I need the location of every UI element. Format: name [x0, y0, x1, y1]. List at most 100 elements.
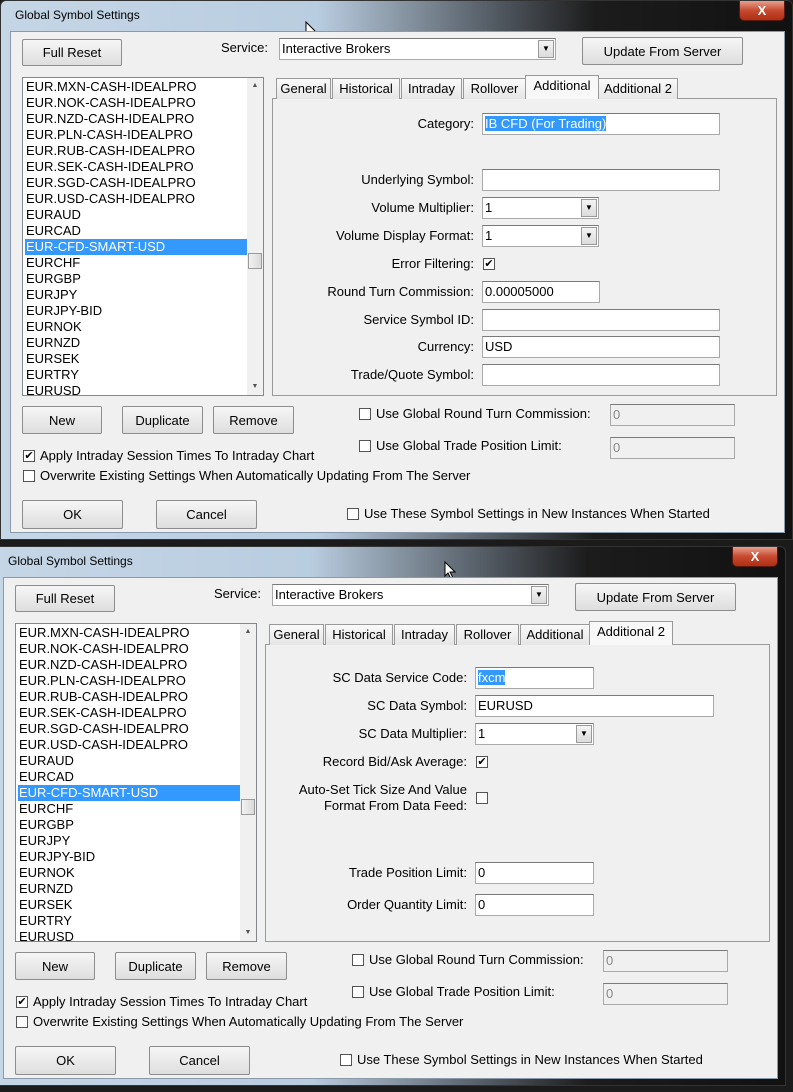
symbol-list-item[interactable]: EUR.NZD-CASH-IDEALPRO — [25, 111, 248, 127]
symbol-list-item[interactable]: EURNOK — [25, 319, 248, 335]
symbol-list-item[interactable]: EURSEK — [25, 351, 248, 367]
scroll-down-arrow-icon[interactable]: ▼ — [240, 925, 256, 941]
symbol-list-item[interactable]: EURTRY — [18, 913, 241, 929]
use-global-tpl-checkbox[interactable] — [352, 986, 364, 998]
symbol-list-item[interactable]: EURJPY-BID — [18, 849, 241, 865]
cancel-button[interactable]: Cancel — [149, 1046, 250, 1075]
scrollbar-thumb[interactable] — [248, 253, 262, 269]
symbol-list-item[interactable]: EURUSD — [25, 383, 248, 395]
symbol-list-item[interactable]: EUR.MXN-CASH-IDEALPRO — [25, 79, 248, 95]
symbol-list-item[interactable]: EUR.NZD-CASH-IDEALPRO — [18, 657, 241, 673]
symbol-list-item[interactable]: EURCHF — [18, 801, 241, 817]
sc-data-symbol-input[interactable]: EURUSD — [475, 695, 714, 717]
scrollbar-thumb[interactable] — [241, 799, 255, 815]
symbol-list-item[interactable]: EUR.MXN-CASH-IDEALPRO — [18, 625, 241, 641]
symbol-list-item[interactable]: EURNZD — [25, 335, 248, 351]
symbol-list-item[interactable]: EUR.USD-CASH-IDEALPRO — [25, 191, 248, 207]
record-bid-ask-average-checkbox[interactable]: ✔ — [476, 756, 488, 768]
symbol-list-item[interactable]: EURUSD — [18, 929, 241, 941]
update-from-server-button[interactable]: Update From Server — [582, 37, 743, 65]
tab-historical[interactable]: Historical — [332, 78, 400, 99]
chevron-down-icon[interactable]: ▼ — [581, 227, 597, 245]
symbol-list-item[interactable]: EUR-CFD-SMART-USD — [25, 239, 248, 255]
error-filtering-checkbox[interactable]: ✔ — [483, 258, 495, 270]
auto-set-tick-size-and-value-checkbox[interactable] — [476, 792, 488, 804]
tab-additional[interactable]: Additional — [520, 624, 590, 645]
volume-multiplier-select[interactable]: 1 ▼ — [482, 197, 599, 219]
symbol-list-item[interactable]: EURGBP — [18, 817, 241, 833]
scroll-up-arrow-icon[interactable]: ▲ — [240, 624, 256, 640]
symbol-list-item[interactable]: EUR.RUB-CASH-IDEALPRO — [18, 689, 241, 705]
symbol-list-item[interactable]: EUR.SEK-CASH-IDEALPRO — [25, 159, 248, 175]
tab-general[interactable]: General — [276, 78, 331, 99]
ok-button[interactable]: OK — [15, 1046, 116, 1075]
use-global-tpl-checkbox[interactable] — [359, 440, 371, 452]
symbol-list-item[interactable]: EUR.PLN-CASH-IDEALPRO — [25, 127, 248, 143]
symbol-list-item[interactable]: EURSEK — [18, 897, 241, 913]
symbol-list-item[interactable]: EURNOK — [18, 865, 241, 881]
symbol-list-item[interactable]: EURNZD — [18, 881, 241, 897]
tab-historical[interactable]: Historical — [325, 624, 393, 645]
symbol-list-item[interactable]: EUR-CFD-SMART-USD — [18, 785, 241, 801]
remove-button[interactable]: Remove — [213, 406, 294, 434]
close-button[interactable]: X — [732, 547, 778, 567]
category-input[interactable]: IB CFD (For Trading) — [482, 113, 720, 135]
duplicate-button[interactable]: Duplicate — [115, 952, 196, 980]
sc-data-multiplier-select[interactable]: 1 ▼ — [475, 723, 594, 745]
tab-additional-2[interactable]: Additional 2 — [589, 621, 673, 645]
apply-intraday-checkbox[interactable]: ✔ — [23, 450, 35, 462]
ok-button[interactable]: OK — [22, 500, 123, 529]
symbol-list-item[interactable]: EUR.USD-CASH-IDEALPRO — [18, 737, 241, 753]
order-quantity-limit-input[interactable]: 0 — [475, 894, 594, 916]
new-button[interactable]: New — [15, 952, 95, 980]
use-global-rtc-checkbox[interactable] — [352, 954, 364, 966]
symbol-list-item[interactable]: EUR.SEK-CASH-IDEALPRO — [18, 705, 241, 721]
sc-data-service-code-input[interactable]: fxcm — [475, 667, 594, 689]
tab-additional[interactable]: Additional — [525, 75, 599, 99]
service-symbol-id-input[interactable] — [482, 309, 720, 331]
underlying-symbol-input[interactable] — [482, 169, 720, 191]
symbol-list-item[interactable]: EUR.SGD-CASH-IDEALPRO — [25, 175, 248, 191]
tab-rollover[interactable]: Rollover — [456, 624, 519, 645]
scroll-down-arrow-icon[interactable]: ▼ — [247, 379, 263, 395]
tab-general[interactable]: General — [269, 624, 324, 645]
symbol-list-item[interactable]: EUR.RUB-CASH-IDEALPRO — [25, 143, 248, 159]
cancel-button[interactable]: Cancel — [156, 500, 257, 529]
symbol-list-item[interactable]: EUR.SGD-CASH-IDEALPRO — [18, 721, 241, 737]
trade-quote-symbol-input[interactable] — [482, 364, 720, 386]
symbol-list-item[interactable]: EURCHF — [25, 255, 248, 271]
symbol-list-item[interactable]: EURCAD — [25, 223, 248, 239]
trade-position-limit-input[interactable]: 0 — [475, 862, 594, 884]
symbol-list-item[interactable]: EURAUD — [25, 207, 248, 223]
symbol-list-item[interactable]: EURJPY — [25, 287, 248, 303]
duplicate-button[interactable]: Duplicate — [122, 406, 203, 434]
currency-input[interactable]: USD — [482, 336, 720, 358]
symbol-list-item[interactable]: EURTRY — [25, 367, 248, 383]
service-select[interactable]: Interactive Brokers ▼ — [272, 584, 549, 606]
symbol-list-item[interactable]: EURJPY — [18, 833, 241, 849]
symbol-list-item[interactable]: EURCAD — [18, 769, 241, 785]
list-scrollbar[interactable]: ▲ ▼ — [240, 624, 256, 941]
symbol-list-item[interactable]: EUR.NOK-CASH-IDEALPRO — [18, 641, 241, 657]
symbol-list-item[interactable]: EUR.NOK-CASH-IDEALPRO — [25, 95, 248, 111]
chevron-down-icon[interactable]: ▼ — [538, 40, 554, 58]
use-these-settings-checkbox[interactable] — [347, 508, 359, 520]
global-rtc-input[interactable]: 0 — [610, 404, 735, 426]
tab-intraday[interactable]: Intraday — [401, 78, 462, 99]
symbol-list[interactable]: EUR.MXN-CASH-IDEALPRO EUR.NOK-CASH-IDEALP… — [15, 623, 257, 942]
close-button[interactable]: X — [739, 1, 785, 21]
symbol-list-item[interactable]: EURJPY-BID — [25, 303, 248, 319]
symbol-list-item[interactable]: EURAUD — [18, 753, 241, 769]
symbol-list[interactable]: EUR.MXN-CASH-IDEALPRO EUR.NOK-CASH-IDEALP… — [22, 77, 264, 396]
scroll-up-arrow-icon[interactable]: ▲ — [247, 78, 263, 94]
chevron-down-icon[interactable]: ▼ — [576, 725, 592, 743]
round-turn-commission-input[interactable]: 0.00005000 — [482, 281, 600, 303]
volume-display-format-select[interactable]: 1 ▼ — [482, 225, 599, 247]
symbol-list-item[interactable]: EURGBP — [25, 271, 248, 287]
tab-intraday[interactable]: Intraday — [394, 624, 455, 645]
global-rtc-input[interactable]: 0 — [603, 950, 728, 972]
symbol-list-item[interactable]: EUR.PLN-CASH-IDEALPRO — [18, 673, 241, 689]
full-reset-button[interactable]: Full Reset — [22, 39, 122, 66]
use-global-rtc-checkbox[interactable] — [359, 408, 371, 420]
overwrite-checkbox[interactable] — [16, 1016, 28, 1028]
